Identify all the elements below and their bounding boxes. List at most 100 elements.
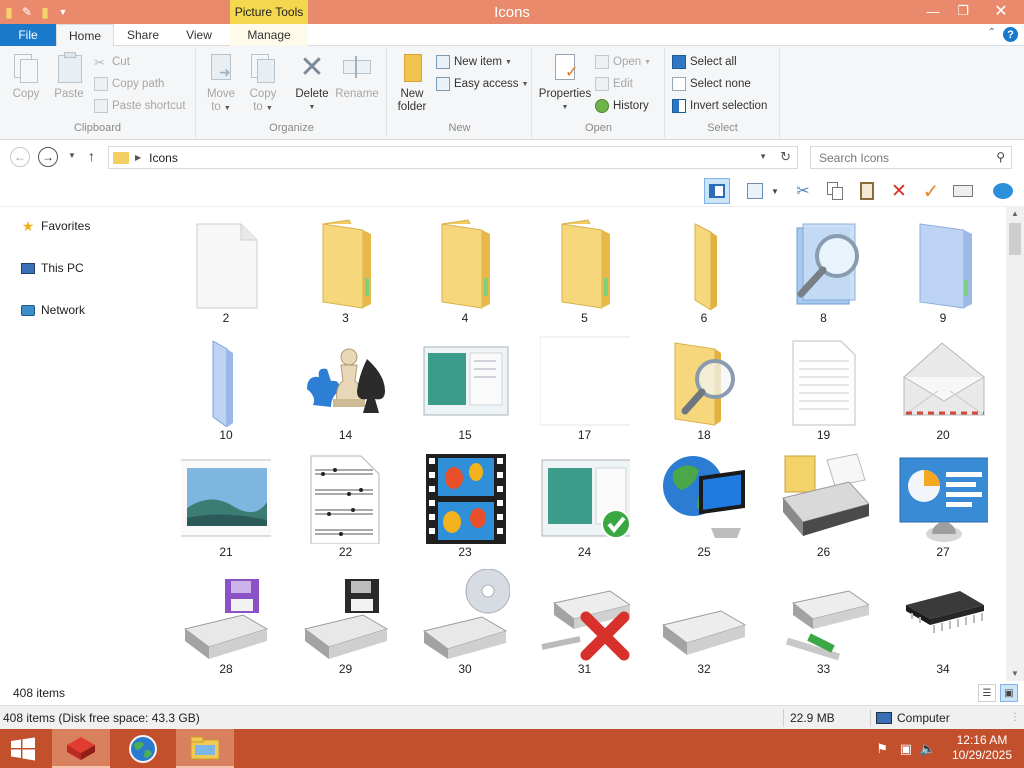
properties-toolbar-icon[interactable]: ✓ <box>918 178 944 204</box>
properties-quick-icon[interactable]: ✎ <box>18 2 36 22</box>
file-item[interactable]: 8 <box>768 212 880 325</box>
flag-icon[interactable]: ⚑ <box>876 741 888 757</box>
history-button[interactable]: History <box>595 96 649 116</box>
address-history-icon[interactable]: ▼ <box>759 152 767 161</box>
refresh-icon[interactable]: ↻ <box>780 149 791 165</box>
file-item[interactable]: 27 <box>887 446 999 559</box>
speaker-muted-icon[interactable]: 🔈 <box>920 741 936 757</box>
cut-button[interactable]: ✂ Cut <box>94 52 130 72</box>
file-item[interactable]: 21 <box>170 446 282 559</box>
file-item[interactable]: 14 <box>290 329 402 442</box>
move-to-button[interactable]: ➜ Move to ▼ <box>203 52 239 115</box>
large-icons-view-icon[interactable]: ▣ <box>1000 684 1018 702</box>
file-item[interactable]: 9 <box>887 212 999 325</box>
file-item[interactable]: 6 <box>648 212 760 325</box>
file-item[interactable]: 20 <box>887 329 999 442</box>
tab-home[interactable]: Home <box>56 24 114 47</box>
file-item[interactable]: 28 <box>170 563 282 676</box>
tab-view[interactable]: View <box>172 24 226 46</box>
file-item[interactable]: 17 <box>529 329 641 442</box>
address-input[interactable]: ▶ Icons ▼ ↻ <box>108 146 798 169</box>
copy-toolbar-icon[interactable] <box>822 178 848 204</box>
properties-button[interactable]: ✓ Properties ▼ <box>537 52 593 114</box>
paste-toolbar-icon[interactable] <box>854 178 880 204</box>
collapse-ribbon-icon[interactable]: ⌃ <box>988 27 996 38</box>
taskbar-app-file-explorer[interactable] <box>176 729 234 768</box>
paste-button[interactable]: Paste <box>50 52 88 101</box>
file-item[interactable]: 5 <box>529 212 641 325</box>
resize-grip-icon[interactable]: ⋮ <box>1010 712 1020 723</box>
open-button[interactable]: Open ▼ <box>595 52 651 72</box>
rename-button[interactable]: Rename <box>335 52 379 101</box>
file-item[interactable]: 32 <box>648 563 760 676</box>
view-dropdown-icon[interactable]: ▼ <box>768 178 782 204</box>
minimize-icon[interactable]: — <box>918 0 948 22</box>
change-view-icon[interactable] <box>742 178 768 204</box>
file-item[interactable]: 19 <box>768 329 880 442</box>
copy-path-button[interactable]: Copy path <box>94 74 164 94</box>
new-item-button[interactable]: New item ▼ <box>436 52 512 72</box>
cut-toolbar-icon[interactable]: ✂ <box>790 178 816 204</box>
customize-quick-access-icon[interactable]: ▼ <box>54 2 72 22</box>
rename-toolbar-icon[interactable] <box>950 178 976 204</box>
copy-to-button[interactable]: Copy to ▼ <box>245 52 281 115</box>
delete-button[interactable]: ✕ Delete ▼ <box>293 52 331 114</box>
file-item[interactable]: 10 <box>170 329 282 442</box>
file-item[interactable]: 22 <box>290 446 402 559</box>
new-folder-quick-icon[interactable]: ▮ <box>36 2 54 22</box>
file-item[interactable]: 18 <box>648 329 760 442</box>
easy-access-button[interactable]: Easy access ▼ <box>436 74 529 94</box>
help-icon[interactable]: ? <box>1003 27 1018 42</box>
tab-file[interactable]: File <box>0 24 56 46</box>
tab-manage[interactable]: Manage <box>230 24 308 46</box>
vertical-scrollbar[interactable]: ▲ ▼ <box>1006 207 1024 681</box>
paste-shortcut-button[interactable]: Paste shortcut <box>94 96 186 116</box>
taskbar-app-red[interactable] <box>52 729 110 768</box>
select-all-button[interactable]: Select all <box>672 52 737 72</box>
breadcrumb-icons[interactable]: Icons <box>149 151 178 165</box>
search-input[interactable]: Search Icons ⚲ <box>810 146 1012 169</box>
search-icon[interactable]: ⚲ <box>996 150 1005 164</box>
copy-button[interactable]: Copy <box>8 52 44 101</box>
nav-item-favorites[interactable]: ★ Favorites <box>20 216 91 236</box>
file-item[interactable]: 3 <box>290 212 402 325</box>
taskbar-app-browser[interactable] <box>114 729 172 768</box>
share-toolbar-icon[interactable] <box>990 178 1016 204</box>
nav-item-network[interactable]: Network <box>20 300 85 320</box>
new-folder-button[interactable]: New folder <box>392 52 432 114</box>
clock[interactable]: 12:16 AM 10/29/2025 <box>952 733 1012 763</box>
file-item[interactable]: 33 <box>768 563 880 676</box>
file-item[interactable]: 34 <box>887 563 999 676</box>
recent-locations-icon[interactable]: ▼ <box>68 151 76 160</box>
network-tray-icon[interactable]: ▣ <box>900 741 912 757</box>
start-button[interactable] <box>8 735 38 763</box>
scroll-thumb[interactable] <box>1009 223 1021 255</box>
breadcrumb-chevron-icon[interactable]: ▶ <box>135 153 141 162</box>
file-item[interactable]: 25 <box>648 446 760 559</box>
folder-app-icon[interactable]: ▮ <box>0 2 18 22</box>
file-item[interactable]: 29 <box>290 563 402 676</box>
up-arrow-icon[interactable]: ↑ <box>88 148 95 164</box>
invert-selection-button[interactable]: Invert selection <box>672 96 767 116</box>
file-item[interactable]: 31 <box>529 563 641 676</box>
scroll-down-icon[interactable]: ▼ <box>1006 667 1024 681</box>
scroll-up-icon[interactable]: ▲ <box>1006 207 1024 221</box>
details-view-icon[interactable]: ☰ <box>978 684 996 702</box>
file-item[interactable]: 24 <box>529 446 641 559</box>
forward-button[interactable]: → <box>38 147 58 167</box>
select-none-button[interactable]: Select none <box>672 74 751 94</box>
edit-button[interactable]: Edit <box>595 74 633 94</box>
tab-share[interactable]: Share <box>114 24 172 46</box>
preview-pane-icon[interactable] <box>704 178 730 204</box>
restore-icon[interactable]: ❐ <box>948 0 978 22</box>
file-item[interactable]: 26 <box>768 446 880 559</box>
file-item[interactable]: 15 <box>409 329 521 442</box>
file-item[interactable]: 30 <box>409 563 521 676</box>
file-item[interactable]: 23 <box>409 446 521 559</box>
file-item[interactable]: 2 <box>170 212 282 325</box>
delete-toolbar-icon[interactable]: ✕ <box>886 178 912 204</box>
close-icon[interactable]: ✕ <box>978 0 1024 22</box>
back-button[interactable]: ← <box>10 147 30 167</box>
file-item[interactable]: 4 <box>409 212 521 325</box>
nav-item-this-pc[interactable]: This PC <box>20 258 84 278</box>
